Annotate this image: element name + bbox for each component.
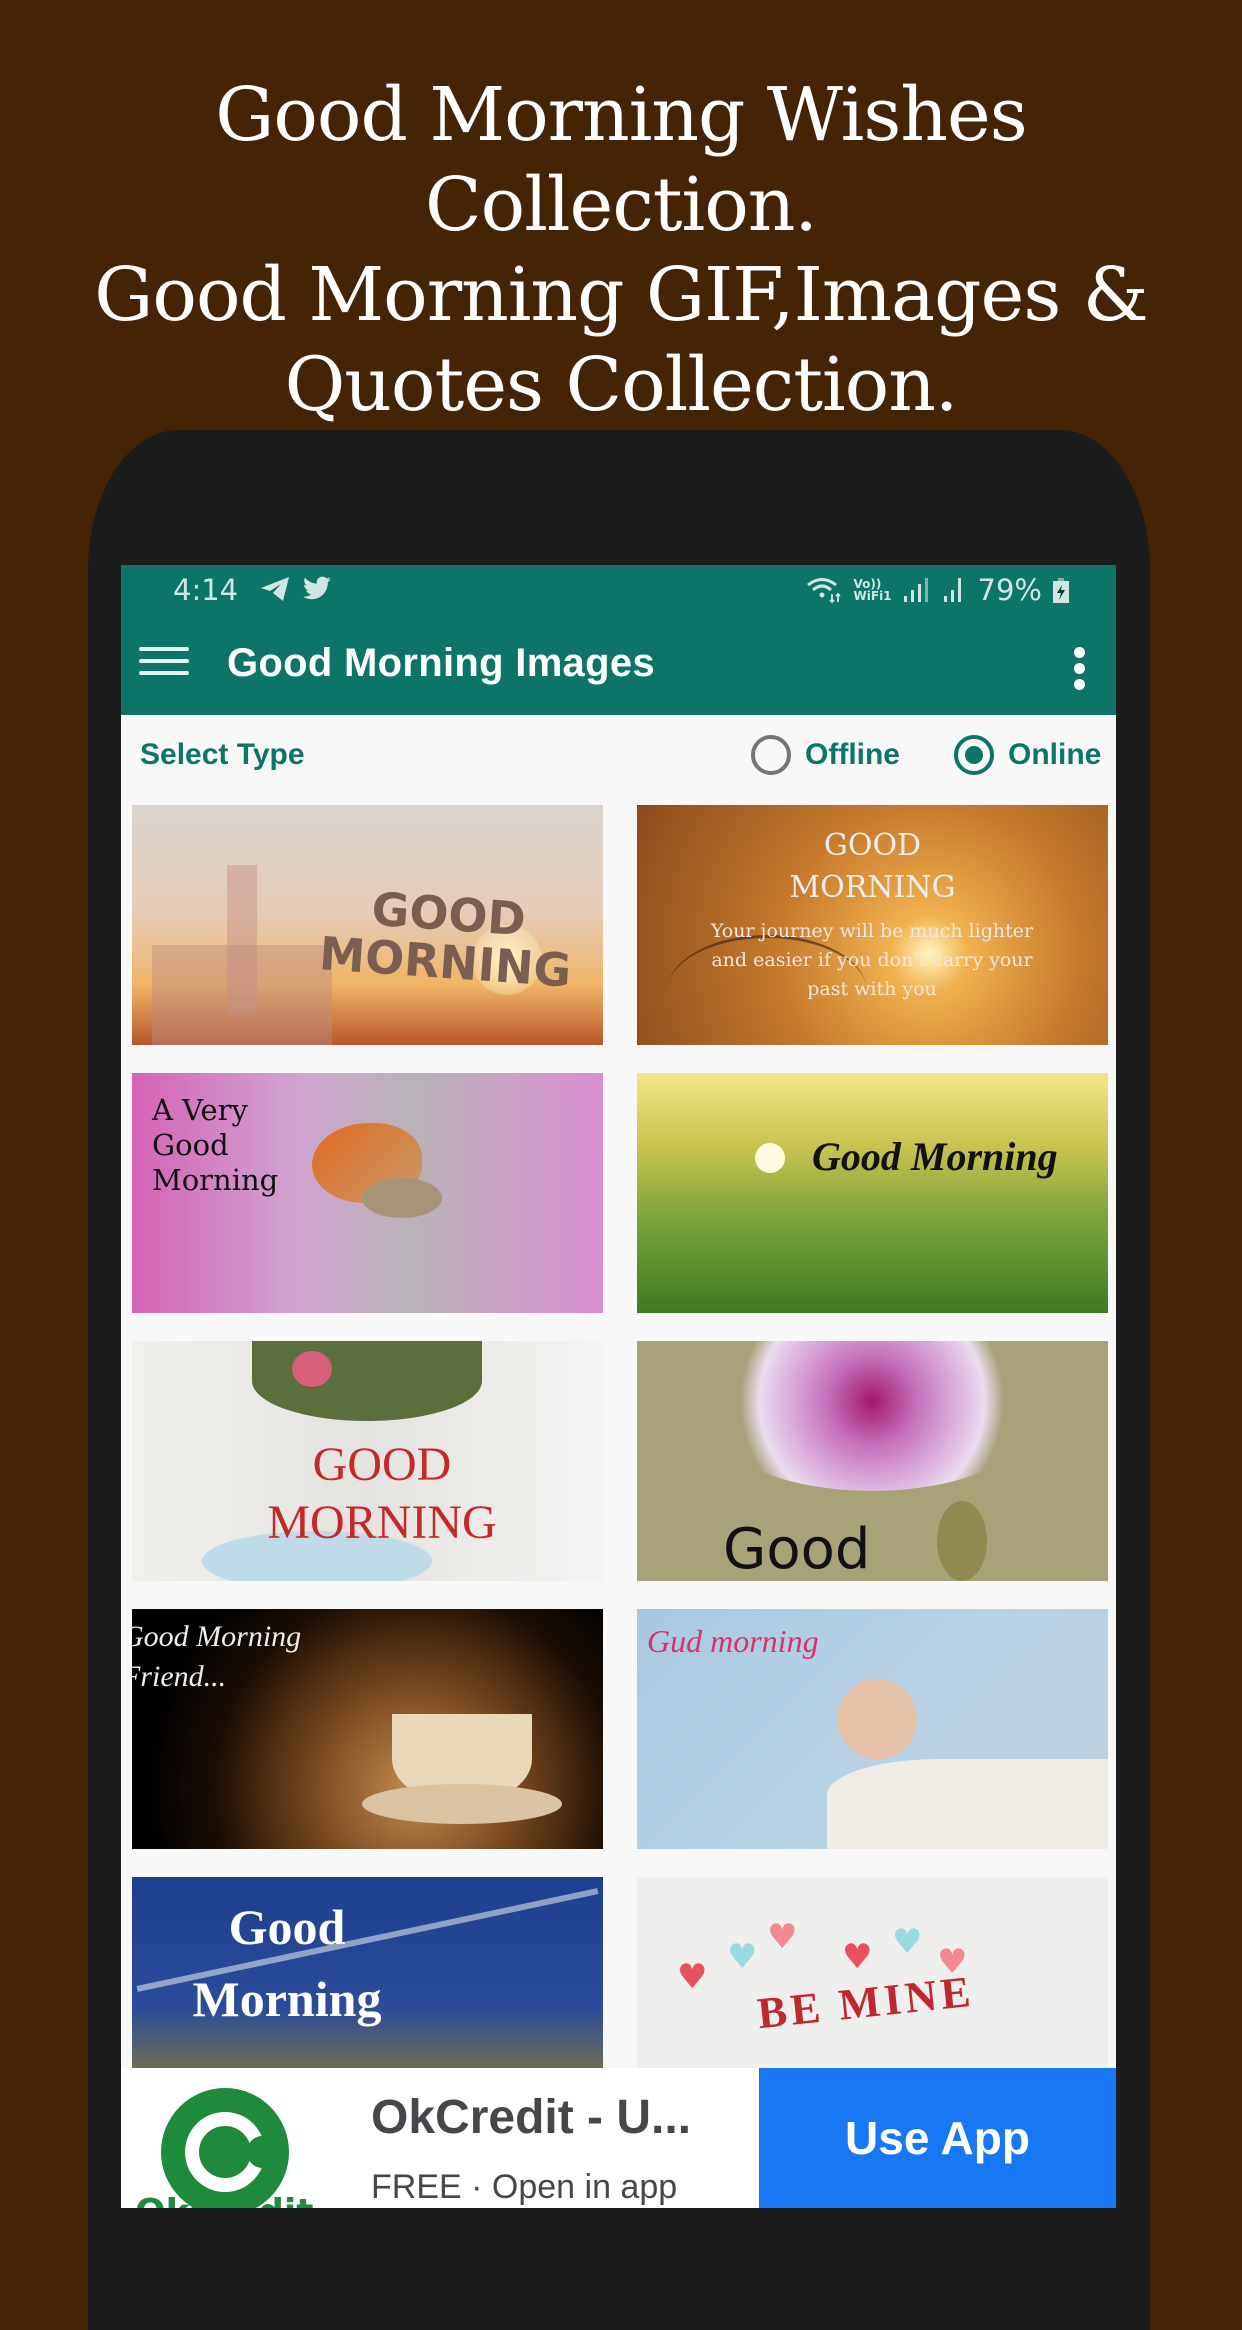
image-caption: GOOD MORNING bbox=[789, 828, 956, 905]
radio-offline[interactable]: Offline bbox=[751, 735, 900, 775]
image-caption: Good Morning Friend... bbox=[132, 1620, 302, 1693]
ad-banner[interactable]: OkCredit OkCredit - U... FREE · Open in … bbox=[121, 2068, 1116, 2208]
ad-title: OkCredit - U... bbox=[371, 2091, 692, 2144]
radio-unchecked-icon[interactable] bbox=[751, 735, 791, 775]
image-caption: A Very Good Morning bbox=[152, 1093, 279, 1197]
more-vertical-icon[interactable] bbox=[1074, 647, 1088, 691]
image-caption: Good Morning bbox=[192, 1899, 382, 2027]
radio-online-label: Online bbox=[1008, 738, 1102, 771]
image-tile[interactable]: Good Morning bbox=[637, 1073, 1108, 1313]
ad-subtitle: FREE · Open in app bbox=[371, 2168, 678, 2206]
promo-line: Good Morning Wishes bbox=[215, 72, 1028, 158]
telegram-icon bbox=[261, 577, 289, 601]
signal-icon bbox=[943, 578, 961, 602]
image-tile[interactable]: Gud morning bbox=[637, 1609, 1108, 1849]
twitter-icon bbox=[302, 576, 331, 600]
image-caption: Gud morning bbox=[647, 1623, 819, 1659]
promo-line: Collection. bbox=[425, 162, 818, 248]
heart-icon: ♥ bbox=[677, 1957, 708, 1997]
image-tile[interactable]: GOOD MORNING bbox=[132, 1341, 603, 1581]
image-caption: GOOD MORNING bbox=[317, 881, 573, 998]
image-tile[interactable]: GOOD MORNING Your journey will be much l… bbox=[637, 805, 1108, 1045]
heart-icon: ♥ bbox=[892, 1922, 923, 1962]
type-selector: Select Type Offline Online bbox=[121, 715, 1116, 800]
app-bar: Good Morning Images bbox=[121, 615, 1116, 715]
radio-offline-label: Offline bbox=[805, 738, 900, 771]
vowifi-icon: Vo)) WiFi1 bbox=[854, 578, 892, 602]
wifi-icon bbox=[806, 578, 841, 604]
promo-line: Quotes Collection. bbox=[284, 342, 959, 428]
heart-icon: ♥ bbox=[767, 1917, 798, 1957]
select-type-label: Select Type bbox=[140, 738, 305, 771]
app-title: Good Morning Images bbox=[227, 641, 655, 685]
battery-percent: 79% bbox=[977, 573, 1042, 607]
image-caption: BE MINE bbox=[755, 1966, 977, 2039]
heart-icon: ♥ bbox=[727, 1937, 758, 1977]
hamburger-menu-icon[interactable] bbox=[139, 647, 189, 683]
okcredit-logo-icon bbox=[161, 2088, 289, 2208]
image-tile[interactable]: A Very Good Morning bbox=[132, 1073, 603, 1313]
image-tile[interactable]: GOOD MORNING bbox=[132, 805, 603, 1045]
ad-brand-text: OkCredit bbox=[135, 2192, 313, 2208]
status-bar: 4:14 Vo)) WiFi1 79% bbox=[121, 565, 1116, 615]
image-caption: Good Morning bbox=[812, 1134, 1058, 1179]
image-tile[interactable]: Good Morning Friend... bbox=[132, 1609, 603, 1849]
vowifi-bottom: WiFi1 bbox=[853, 589, 892, 603]
promo-line: Good Morning GIF,Images & bbox=[94, 252, 1148, 338]
radio-checked-icon[interactable] bbox=[954, 735, 994, 775]
radio-online[interactable]: Online bbox=[954, 735, 1101, 775]
heart-icon: ♥ bbox=[842, 1937, 873, 1977]
image-caption: GOOD MORNING bbox=[267, 1438, 497, 1549]
signal-icon bbox=[903, 578, 928, 602]
use-app-button[interactable]: Use App bbox=[759, 2068, 1116, 2208]
battery-charging-icon bbox=[1053, 578, 1069, 603]
promo-headline: Good Morning Wishes Collection. Good Mor… bbox=[0, 70, 1242, 430]
status-time: 4:14 bbox=[173, 573, 239, 607]
image-tile[interactable]: Good bbox=[637, 1341, 1108, 1581]
phone-screen: 4:14 Vo)) WiFi1 79% Good Morning Images … bbox=[121, 565, 1116, 2208]
image-quote: Your journey will be much lighter and ea… bbox=[710, 920, 1034, 1000]
image-caption: Good bbox=[723, 1517, 871, 1581]
